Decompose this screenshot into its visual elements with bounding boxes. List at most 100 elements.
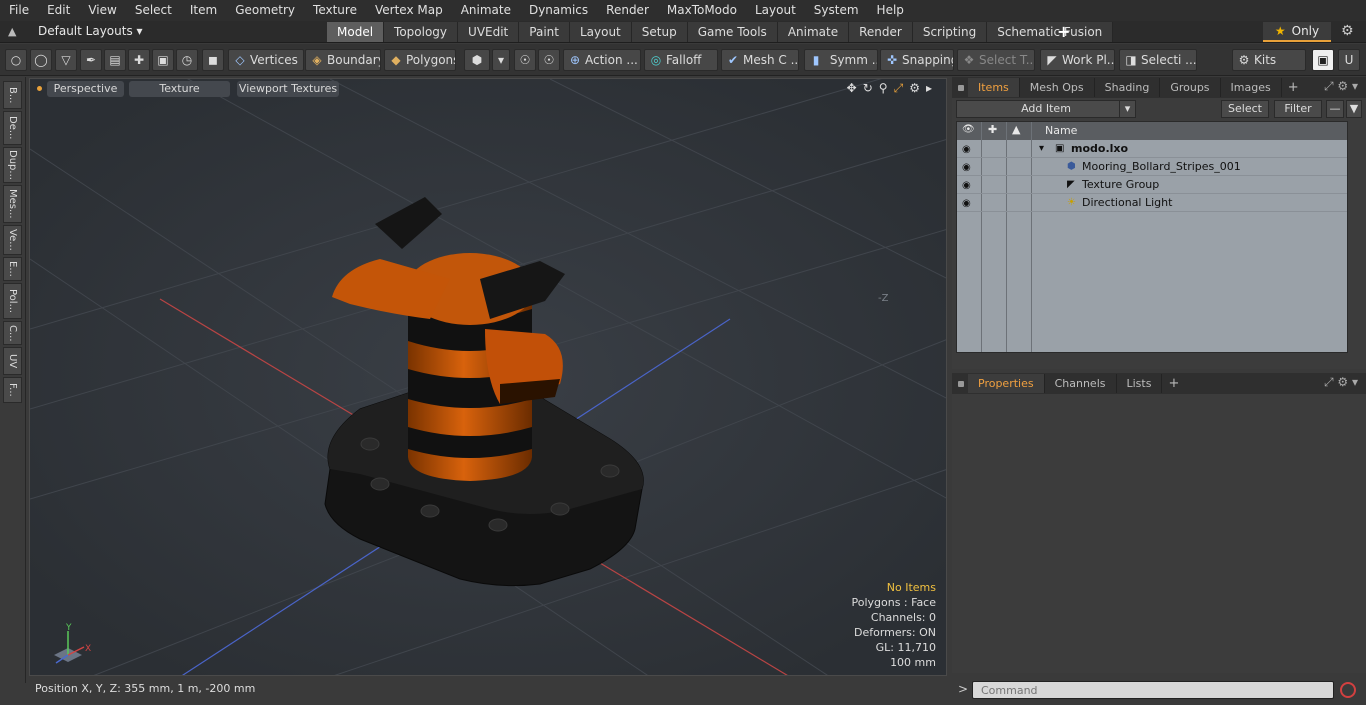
rotate-icon[interactable]: ↻	[863, 81, 873, 96]
items-scrollbar[interactable]	[1350, 121, 1360, 353]
tab-animate[interactable]: Animate	[777, 22, 850, 42]
menu-item[interactable]: Item	[181, 0, 226, 21]
menu-select[interactable]: Select	[126, 0, 181, 21]
panel-options-icon[interactable]: ⤢ ⚙ ▾	[1324, 375, 1358, 390]
eye-icon[interactable]: ◉	[962, 159, 976, 176]
tab-groups[interactable]: Groups	[1160, 78, 1221, 97]
move-icon[interactable]: ✥	[847, 81, 857, 96]
chevron-down-icon[interactable]: ▾	[1119, 101, 1135, 117]
tab-scripting[interactable]: Scripting	[912, 22, 988, 42]
viewport-menu-dot[interactable]	[37, 86, 42, 91]
viewport-textures-button[interactable]: Viewport Textures	[237, 81, 339, 97]
only-toggle[interactable]: ★ Only	[1263, 22, 1331, 42]
strip-tab-mesh-edit[interactable]: Mes...	[3, 185, 22, 223]
snapping-button[interactable]: ✜ Snapping	[880, 49, 954, 71]
expand-triangle-icon[interactable]: ▾	[1039, 140, 1044, 157]
command-input[interactable]	[972, 681, 1334, 699]
menu-layout[interactable]: Layout	[746, 0, 805, 21]
panel-menu-icon[interactable]	[958, 84, 964, 91]
gear-icon[interactable]: ⚙	[909, 81, 920, 96]
item-mode-icon[interactable]: ⬢	[464, 49, 490, 71]
falloff-button[interactable]: ◎ Falloff	[644, 49, 718, 71]
menu-edit[interactable]: Edit	[38, 0, 79, 21]
strip-tab-polygon[interactable]: Pol...	[3, 283, 22, 319]
tab-setup[interactable]: Setup	[631, 22, 688, 42]
tree-row-texture-group[interactable]: ◉ ◤ Texture Group	[957, 176, 1347, 194]
polygons-button[interactable]: ◆ Polygons	[384, 49, 456, 71]
tab-paint[interactable]: Paint	[519, 22, 570, 42]
layout-switch-icon[interactable]: ▲	[8, 25, 22, 39]
maximize-icon[interactable]: ⤢	[894, 81, 904, 96]
menu-vertex-map[interactable]: Vertex Map	[366, 0, 452, 21]
tab-game-tools[interactable]: Game Tools	[687, 22, 778, 42]
viewport-scene[interactable]: -Z	[30, 79, 947, 676]
menu-view[interactable]: View	[79, 0, 125, 21]
tab-properties[interactable]: Properties	[968, 374, 1045, 393]
align-icon[interactable]: ▤	[104, 49, 126, 71]
3d-viewport[interactable]: -Z Perspective Texture Viewport Textures…	[29, 78, 947, 676]
funnel-icon[interactable]: ▼	[1346, 100, 1362, 118]
menu-file[interactable]: File	[0, 0, 38, 21]
menu-texture[interactable]: Texture	[304, 0, 366, 21]
select-through-button[interactable]: ❖ Select T...	[957, 49, 1035, 71]
tree-row-mesh[interactable]: ◉ ⬢ Mooring_Bollard_Stripes_001	[957, 158, 1347, 176]
tab-shading[interactable]: Shading	[1095, 78, 1161, 97]
circle-select-icon[interactable]: ○	[5, 49, 27, 71]
collapse-icon[interactable]: —	[1326, 100, 1344, 118]
strip-tab-duplicate[interactable]: Dup...	[3, 147, 22, 183]
tab-channels[interactable]: Channels	[1045, 374, 1117, 393]
snap-shield-icon[interactable]: ☉	[514, 49, 536, 71]
add-tab-button[interactable]: +	[1057, 22, 1070, 41]
tab-layout[interactable]: Layout	[569, 22, 632, 42]
globe-icon[interactable]: ◯	[30, 49, 52, 71]
strip-tab-basic[interactable]: B...	[3, 81, 22, 109]
tab-schematic-fusion[interactable]: Schematic Fusion	[987, 22, 1114, 42]
center-icon[interactable]: ✚	[128, 49, 150, 71]
pen-icon[interactable]: ▽	[55, 49, 77, 71]
unreal-icon[interactable]: U	[1338, 49, 1360, 71]
panel-menu-icon[interactable]	[958, 380, 964, 387]
zoom-icon[interactable]: ⚲	[879, 81, 888, 96]
menu-dynamics[interactable]: Dynamics	[520, 0, 597, 21]
name-column-header[interactable]: Name	[1045, 124, 1077, 137]
brush-icon[interactable]: ✒	[80, 49, 102, 71]
filter-button[interactable]: Filter	[1274, 100, 1322, 118]
menu-maxtomodo[interactable]: MaxToModo	[658, 0, 746, 21]
boundary-button[interactable]: ◈ Boundary	[305, 49, 381, 71]
tree-row-scene[interactable]: ◉ ▾ ▣ modo.lxo	[957, 140, 1347, 158]
tree-row-light[interactable]: ◉ ☀ Directional Light	[957, 194, 1347, 212]
view-mode-button[interactable]: Perspective	[47, 81, 124, 97]
eye-icon[interactable]: ◉	[962, 177, 976, 194]
frame-icon[interactable]: ▣	[152, 49, 174, 71]
menu-render[interactable]: Render	[597, 0, 658, 21]
strip-tab-edge[interactable]: E...	[3, 257, 22, 281]
add-item-button[interactable]: Add Item ▾	[956, 100, 1136, 118]
eye-icon[interactable]: ◉	[962, 195, 976, 212]
tab-topology[interactable]: Topology	[384, 22, 459, 42]
tab-lists[interactable]: Lists	[1117, 374, 1163, 393]
add-panel-tab-button[interactable]: +	[1288, 80, 1299, 95]
record-macro-icon[interactable]	[1340, 682, 1356, 698]
symmetry-button[interactable]: ▮ Symm ...	[804, 49, 878, 71]
tab-uvedit[interactable]: UVEdit	[458, 22, 520, 42]
unity-icon[interactable]: ▣	[1312, 49, 1334, 71]
chevron-down-icon[interactable]: ▾	[492, 49, 510, 71]
menu-help[interactable]: Help	[868, 0, 913, 21]
selection-sets-button[interactable]: ◨ Selecti ...	[1119, 49, 1197, 71]
work-plane-button[interactable]: ◤ Work Pl...	[1040, 49, 1115, 71]
default-layouts-dropdown[interactable]: Default Layouts ▾	[38, 24, 143, 38]
add-panel-tab-button[interactable]: +	[1168, 376, 1179, 391]
strip-tab-uv[interactable]: UV	[3, 347, 22, 375]
menu-system[interactable]: System	[805, 0, 868, 21]
strip-tab-deform[interactable]: De...	[3, 111, 22, 145]
tab-mesh-ops[interactable]: Mesh Ops	[1020, 78, 1095, 97]
shield-icon[interactable]: ◼	[202, 49, 224, 71]
panel-options-icon[interactable]: ⤢ ⚙ ▾	[1324, 79, 1358, 94]
menu-animate[interactable]: Animate	[452, 0, 520, 21]
select-button[interactable]: Select	[1221, 100, 1269, 118]
vertices-button[interactable]: ◇ Vertices	[228, 49, 304, 71]
shading-mode-button[interactable]: Texture	[129, 81, 230, 97]
kits-button[interactable]: ⚙ Kits	[1232, 49, 1306, 71]
mesh-constraint-button[interactable]: ✔ Mesh C ...	[721, 49, 799, 71]
strip-tab-vertex[interactable]: Ve...	[3, 225, 22, 255]
